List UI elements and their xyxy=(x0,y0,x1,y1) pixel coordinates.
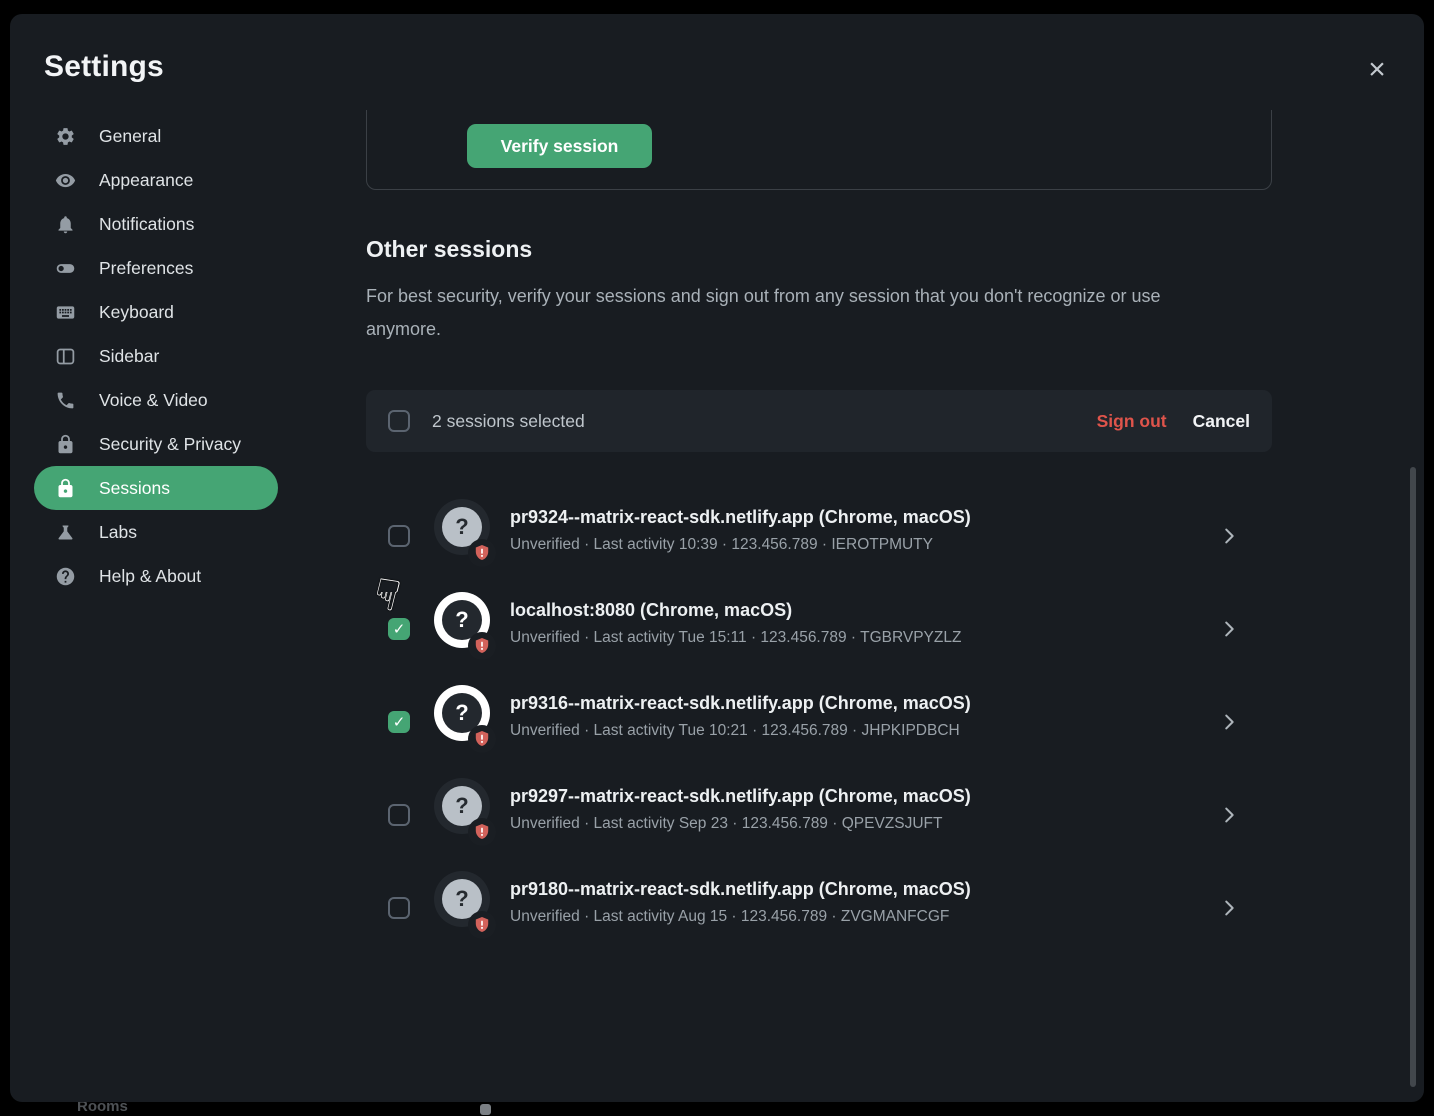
session-row[interactable]: ? pr9297--matrix-react-sdk.netlify.app (… xyxy=(366,780,1272,850)
session-details: Unverified · Last activity 10:39 · 123.4… xyxy=(510,534,971,556)
settings-dialog: Settings × General Appearance Notificati… xyxy=(10,14,1424,1102)
keyboard-icon xyxy=(54,301,76,323)
sidebar-item-label: Sidebar xyxy=(99,346,159,367)
session-checkbox[interactable] xyxy=(388,525,410,547)
session-details: Unverified · Last activity Tue 15:11 · 1… xyxy=(510,627,961,649)
select-all-checkbox[interactable] xyxy=(388,410,410,432)
phone-icon xyxy=(54,389,76,411)
selection-bar: 2 sessions selected Sign out Cancel xyxy=(366,390,1272,452)
session-row[interactable]: ? pr9316--matrix-react-sdk.netlify.app (… xyxy=(366,687,1272,757)
sidebar-item[interactable]: Appearance xyxy=(34,158,278,202)
unverified-shield-icon xyxy=(468,632,496,660)
session-details: Unverified · Last activity Tue 10:21 · 1… xyxy=(510,720,971,742)
sidebar-item[interactable]: Sidebar xyxy=(34,334,278,378)
session-row[interactable]: ? localhost:8080 (Chrome, macOS) U xyxy=(366,594,1272,664)
sidebar-item-label: Preferences xyxy=(99,258,193,279)
session-row[interactable]: ? pr9324--matrix-react-sdk.netlify.app (… xyxy=(366,501,1272,571)
session-details: Unverified · Last activity Sep 23 · 123.… xyxy=(510,813,971,835)
help-circle-icon xyxy=(54,565,76,587)
session-row[interactable]: ? pr9180--matrix-react-sdk.netlify.app (… xyxy=(366,873,1272,943)
sidebar-item-label: Help & About xyxy=(99,566,201,587)
sidebar-item-label: General xyxy=(99,126,161,147)
session-name: pr9316--matrix-react-sdk.netlify.app (Ch… xyxy=(510,691,971,715)
other-sessions-heading: Other sessions xyxy=(366,236,532,263)
other-sessions-description: For best security, verify your sessions … xyxy=(366,280,1206,346)
unverified-shield-icon xyxy=(468,539,496,567)
background-avatar-fragment xyxy=(480,1104,491,1115)
session-checkbox[interactable] xyxy=(388,711,410,733)
flask-icon xyxy=(54,521,76,543)
gear-icon xyxy=(54,125,76,147)
unverified-shield-icon xyxy=(468,818,496,846)
eye-icon xyxy=(54,169,76,191)
session-name: pr9180--matrix-react-sdk.netlify.app (Ch… xyxy=(510,877,971,901)
sidebar-item-label: Voice & Video xyxy=(99,390,208,411)
sidebar-item[interactable]: Labs xyxy=(34,510,278,554)
page-title: Settings xyxy=(44,50,164,84)
session-avatar: ? xyxy=(434,778,490,834)
chevron-right-icon[interactable] xyxy=(1218,618,1240,640)
sidebar-item-label: Appearance xyxy=(99,170,193,191)
selection-count-label: 2 sessions selected xyxy=(432,411,585,432)
session-checkbox[interactable] xyxy=(388,618,410,640)
verify-session-button[interactable]: Verify session xyxy=(467,124,652,168)
lock-icon xyxy=(54,477,76,499)
sidebar-item[interactable]: Notifications xyxy=(34,202,278,246)
chevron-right-icon[interactable] xyxy=(1218,897,1240,919)
sidebar-item[interactable]: Sessions xyxy=(34,466,278,510)
sidebar-item[interactable]: Voice & Video xyxy=(34,378,278,422)
session-avatar: ? xyxy=(434,871,490,927)
chevron-right-icon[interactable] xyxy=(1218,525,1240,547)
unverified-shield-icon xyxy=(468,725,496,753)
chevron-right-icon[interactable] xyxy=(1218,711,1240,733)
columns-icon xyxy=(54,345,76,367)
scrollbar-thumb[interactable] xyxy=(1410,467,1416,1087)
current-session-panel: Verify session xyxy=(366,110,1272,190)
sidebar-item[interactable]: Preferences xyxy=(34,246,278,290)
cancel-button[interactable]: Cancel xyxy=(1193,411,1250,432)
sign-out-button[interactable]: Sign out xyxy=(1097,411,1167,432)
selection-actions: Sign out Cancel xyxy=(1097,411,1250,432)
close-icon[interactable]: × xyxy=(1359,52,1395,88)
unverified-shield-icon xyxy=(468,911,496,939)
session-avatar: ? xyxy=(434,592,490,648)
session-avatar: ? xyxy=(434,499,490,555)
session-checkbox[interactable] xyxy=(388,804,410,826)
sidebar-item-label: Security & Privacy xyxy=(99,434,241,455)
sidebar-item[interactable]: Keyboard xyxy=(34,290,278,334)
lock-icon xyxy=(54,433,76,455)
sidebar-item[interactable]: Security & Privacy xyxy=(34,422,278,466)
sidebar-item-label: Keyboard xyxy=(99,302,174,323)
session-name: pr9297--matrix-react-sdk.netlify.app (Ch… xyxy=(510,784,971,808)
chevron-right-icon[interactable] xyxy=(1218,804,1240,826)
session-list: ? pr9324--matrix-react-sdk.netlify.app (… xyxy=(366,501,1272,966)
session-checkbox[interactable] xyxy=(388,897,410,919)
session-name: localhost:8080 (Chrome, macOS) xyxy=(510,598,961,622)
session-avatar: ? xyxy=(434,685,490,741)
session-details: Unverified · Last activity Aug 15 · 123.… xyxy=(510,906,971,928)
sessions-settings-panel: Verify session Other sessions For best s… xyxy=(320,110,1414,1102)
sidebar-item[interactable]: General xyxy=(34,114,278,158)
settings-sidebar: General Appearance Notifications Prefere… xyxy=(34,114,278,598)
toggle-icon xyxy=(54,257,76,279)
sidebar-item-label: Notifications xyxy=(99,214,194,235)
sidebar-item[interactable]: Help & About xyxy=(34,554,278,598)
sidebar-item-label: Sessions xyxy=(99,478,170,499)
bell-icon xyxy=(54,213,76,235)
sidebar-item-label: Labs xyxy=(99,522,137,543)
session-name: pr9324--matrix-react-sdk.netlify.app (Ch… xyxy=(510,505,971,529)
